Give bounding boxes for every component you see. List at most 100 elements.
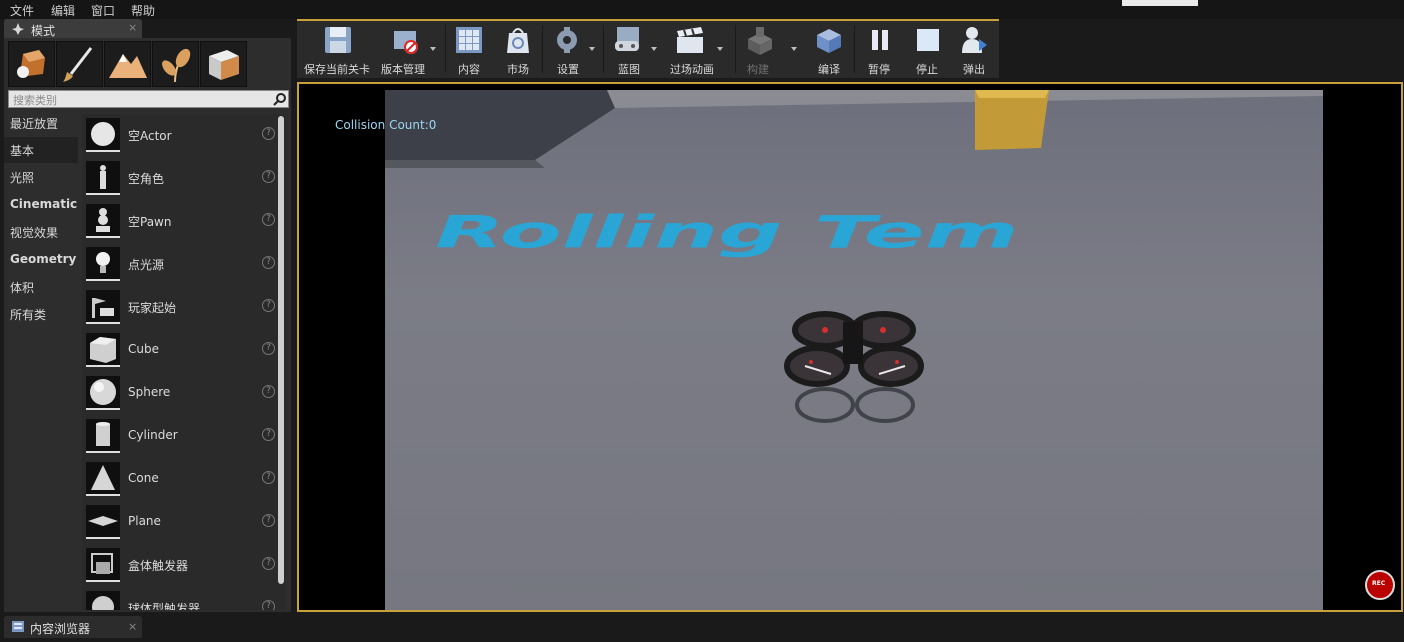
- place-mode-button[interactable]: [8, 41, 55, 87]
- category-volumes[interactable]: 体积: [4, 274, 78, 300]
- eject-button[interactable]: 弹出: [957, 23, 993, 76]
- chevron-down-icon[interactable]: [430, 47, 436, 51]
- compile-button[interactable]: 编译: [811, 23, 847, 76]
- pause-button[interactable]: 暂停: [863, 23, 897, 76]
- player-start-icon: [86, 290, 120, 324]
- toolbar-divider: [603, 25, 604, 73]
- save-level-button[interactable]: 保存当前关卡: [301, 23, 371, 76]
- scene-floor: Rolling Tem: [385, 90, 1323, 610]
- help-icon[interactable]: ?: [262, 385, 275, 398]
- search-input[interactable]: 搜索类别: [8, 90, 289, 108]
- close-icon[interactable]: ×: [128, 620, 137, 633]
- category-visual-effects[interactable]: 视觉效果: [4, 219, 78, 245]
- paint-mode-button[interactable]: [56, 41, 103, 87]
- list-item[interactable]: Cylinder ?: [82, 415, 285, 458]
- list-item[interactable]: 点光源 ?: [82, 243, 285, 286]
- source-control-button[interactable]: 版本管理: [377, 23, 437, 76]
- empty-pawn-icon: [86, 204, 120, 238]
- item-label: 空Pawn: [128, 215, 172, 229]
- item-label: 空角色: [128, 172, 165, 186]
- list-item[interactable]: Cone ?: [82, 458, 285, 501]
- menu-help[interactable]: 帮助: [131, 2, 155, 19]
- help-icon[interactable]: ?: [262, 170, 275, 183]
- category-basic[interactable]: 基本: [4, 137, 78, 163]
- list-item[interactable]: Plane ?: [82, 501, 285, 544]
- category-lights[interactable]: 光照: [4, 164, 78, 190]
- build-icon: [748, 27, 772, 55]
- chevron-down-icon[interactable]: [717, 47, 723, 51]
- list-item[interactable]: 空Pawn ?: [82, 200, 285, 243]
- content-button[interactable]: 内容: [451, 23, 489, 76]
- category-all-classes[interactable]: 所有类: [4, 301, 78, 327]
- category-label: Cinematic: [10, 197, 78, 211]
- plane-icon: [86, 505, 120, 539]
- save-level-label: 保存当前关卡: [304, 63, 370, 76]
- settings-button[interactable]: 设置: [549, 23, 597, 76]
- content-browser-tab[interactable]: 内容浏览器 ×: [4, 616, 142, 638]
- menu-bar: 文件 编辑 窗口 帮助: [0, 0, 1404, 19]
- content-browser-icon: [12, 621, 24, 632]
- content-label: 内容: [458, 63, 480, 76]
- blueprint-icon: [615, 27, 639, 51]
- help-icon[interactable]: ?: [262, 342, 275, 355]
- geometry-mode-button[interactable]: [200, 41, 247, 87]
- modes-panel: 搜索类别 最近放置 基本 光照 Cinematic 视觉效果 Geometry …: [4, 38, 291, 612]
- category-label: 体积: [10, 281, 35, 295]
- help-icon[interactable]: ?: [262, 299, 275, 312]
- level-viewport[interactable]: Rolling Tem Collision Count:0 REC: [297, 82, 1403, 612]
- content-icon: [456, 27, 482, 53]
- cinematics-label: 过场动画: [670, 63, 714, 76]
- sphere-trigger-icon: [86, 591, 120, 610]
- menu-edit[interactable]: 编辑: [51, 2, 75, 19]
- search-icon[interactable]: [273, 92, 287, 106]
- cinematics-icon: [677, 27, 703, 53]
- category-cinematic[interactable]: Cinematic: [4, 192, 78, 218]
- list-item[interactable]: 空角色 ?: [82, 157, 285, 200]
- cinematics-button[interactable]: 过场动画: [667, 23, 729, 76]
- toolbar-divider: [445, 25, 446, 73]
- help-icon[interactable]: ?: [262, 213, 275, 226]
- help-icon[interactable]: ?: [262, 514, 275, 527]
- category-geometry[interactable]: Geometry: [4, 247, 78, 273]
- list-item[interactable]: Cube ?: [82, 329, 285, 372]
- list-item[interactable]: 玩家起始 ?: [82, 286, 285, 329]
- help-icon[interactable]: ?: [262, 256, 275, 269]
- help-icon[interactable]: ?: [262, 471, 275, 484]
- list-item[interactable]: 空Actor ?: [82, 114, 285, 157]
- compile-icon: [817, 29, 841, 53]
- help-icon[interactable]: ?: [262, 428, 275, 441]
- category-label: 所有类: [10, 308, 47, 322]
- chevron-down-icon[interactable]: [651, 47, 657, 51]
- category-recent[interactable]: 最近放置: [4, 110, 78, 136]
- help-icon[interactable]: ?: [262, 127, 275, 140]
- chevron-down-icon[interactable]: [589, 47, 595, 51]
- foliage-mode-button[interactable]: [152, 41, 199, 87]
- cube-icon: [86, 333, 120, 367]
- menu-window[interactable]: 窗口: [91, 2, 115, 19]
- content-browser-label: 内容浏览器: [30, 622, 91, 636]
- chevron-down-icon[interactable]: [791, 47, 797, 51]
- cone-icon: [86, 462, 120, 496]
- help-icon[interactable]: ?: [262, 600, 275, 610]
- menu-file[interactable]: 文件: [10, 2, 34, 19]
- category-label: 光照: [10, 171, 35, 185]
- source-control-label: 版本管理: [381, 63, 425, 76]
- list-scrollbar[interactable]: [278, 116, 284, 584]
- build-button[interactable]: 构建: [741, 23, 799, 76]
- close-icon[interactable]: ×: [128, 21, 137, 34]
- settings-icon: [557, 27, 577, 53]
- marketplace-button[interactable]: 市场: [501, 23, 535, 76]
- marketplace-label: 市场: [507, 63, 529, 76]
- landscape-mode-button[interactable]: [104, 41, 151, 87]
- modes-tab[interactable]: 模式 ×: [4, 19, 142, 38]
- record-button[interactable]: REC: [1365, 570, 1395, 600]
- blueprints-label: 蓝图: [618, 63, 640, 76]
- list-item[interactable]: 球体型触发器 ?: [82, 587, 285, 610]
- blueprints-button[interactable]: 蓝图: [609, 23, 661, 76]
- item-label: 空Actor: [128, 129, 172, 143]
- list-item[interactable]: Sphere ?: [82, 372, 285, 415]
- help-icon[interactable]: ?: [262, 557, 275, 570]
- stop-button[interactable]: 停止: [911, 23, 945, 76]
- foliage-icon: [162, 48, 191, 83]
- list-item[interactable]: 盒体触发器 ?: [82, 544, 285, 587]
